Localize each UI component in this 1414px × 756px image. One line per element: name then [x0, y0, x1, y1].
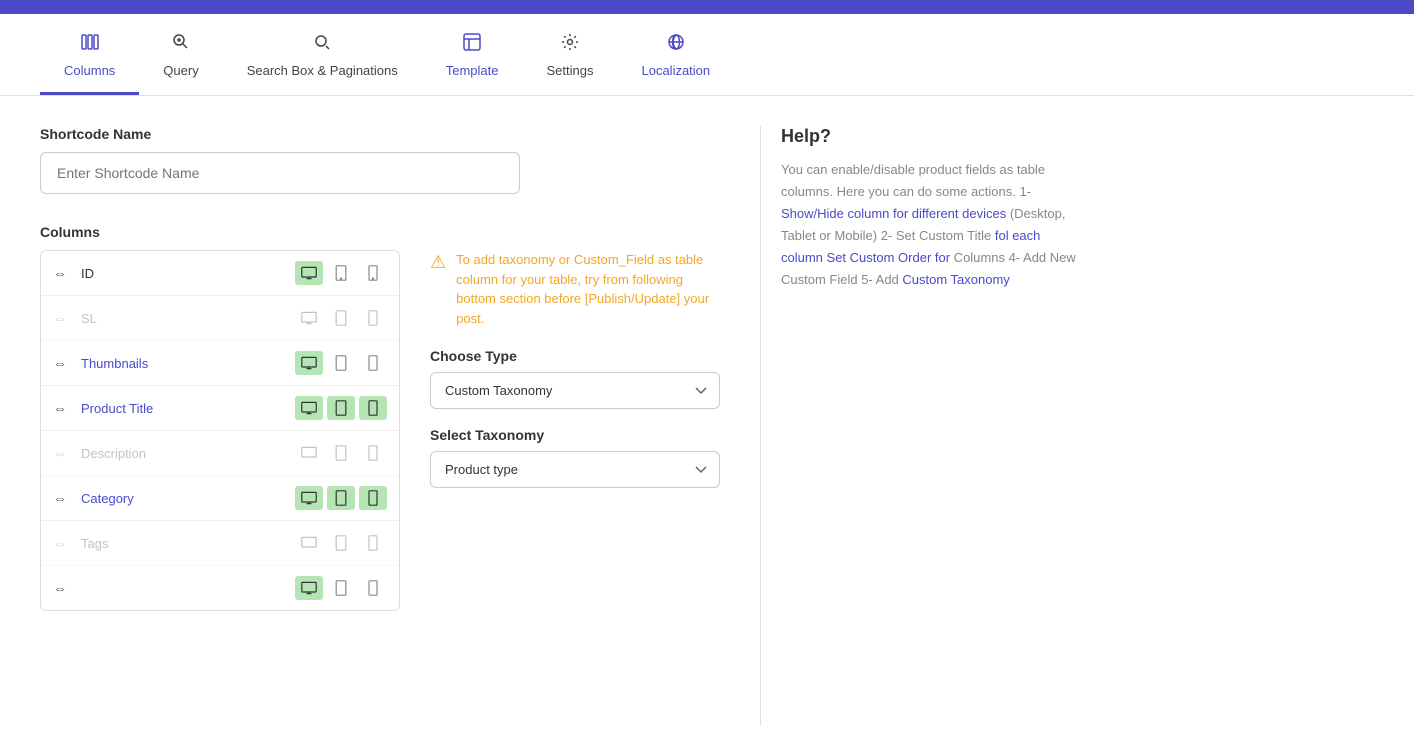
drag-handle-product-title[interactable]: ⇔ [53, 400, 73, 416]
shortcode-label: Shortcode Name [40, 126, 720, 142]
choose-type-dropdown[interactable]: Custom Taxonomy Custom Field [430, 372, 720, 409]
tablet-btn-category[interactable] [327, 486, 355, 510]
tab-navigation: Columns Query Search Box & Paginations [0, 14, 1414, 96]
tablet-btn-description [327, 441, 355, 465]
tablet-btn-last[interactable] [327, 576, 355, 600]
table-row: ⇔ Category [41, 476, 399, 521]
mobile-btn-last[interactable] [359, 576, 387, 600]
select-taxonomy-dropdown[interactable]: Product type Category Tags [430, 451, 720, 488]
tab-template[interactable]: Template [422, 14, 523, 95]
desktop-btn-category[interactable] [295, 486, 323, 510]
column-name-product-title: Product Title [81, 401, 287, 416]
drag-handle-category[interactable]: ⇔ [53, 490, 73, 506]
left-panel: Shortcode Name Columns ⇔ ID [40, 126, 720, 726]
mobile-btn-product-title[interactable] [359, 396, 387, 420]
mobile-btn-description [359, 441, 387, 465]
tab-settings[interactable]: Settings [523, 14, 618, 95]
columns-section-label: Columns [40, 224, 720, 240]
table-row: ⇔ Thumbnails [41, 341, 399, 386]
desktop-btn-tags [295, 531, 323, 555]
tablet-btn-id[interactable] [327, 261, 355, 285]
column-name-id: ID [81, 266, 287, 281]
content-area: Shortcode Name Columns ⇔ ID [0, 96, 1414, 756]
desktop-btn-thumbnails[interactable] [295, 351, 323, 375]
warning-icon: ⚠ [430, 252, 446, 273]
table-row: ⇔ Description [41, 431, 399, 476]
drag-handle-tags: ⇔ [53, 535, 73, 551]
tab-columns-label: Columns [64, 63, 115, 78]
desktop-btn-description [295, 441, 323, 465]
warning-text: To add taxonomy or Custom_Field as table… [456, 250, 720, 328]
right-panel: Help? You can enable/disable product fie… [760, 126, 1080, 726]
column-name-description: Description [81, 446, 287, 461]
table-row: ⇔ [41, 566, 399, 610]
device-icons-tags [295, 531, 387, 555]
mobile-btn-thumbnails[interactable] [359, 351, 387, 375]
tablet-btn-thumbnails[interactable] [327, 351, 355, 375]
main-container: Columns Query Search Box & Paginations [0, 14, 1414, 756]
top-bar [0, 0, 1414, 14]
mobile-btn-sl [359, 306, 387, 330]
select-taxonomy-label: Select Taxonomy [430, 427, 720, 443]
table-row: ⇔ SL [41, 296, 399, 341]
columns-and-taxonomy: ⇔ ID [40, 250, 720, 611]
device-icons-description [295, 441, 387, 465]
search-icon [312, 32, 332, 57]
warning-box: ⚠ To add taxonomy or Custom_Field as tab… [430, 250, 720, 328]
tablet-btn-sl [327, 306, 355, 330]
columns-table: ⇔ ID [40, 250, 400, 611]
tab-query-label: Query [163, 63, 198, 78]
device-icons-sl [295, 306, 387, 330]
tablet-btn-product-title[interactable] [327, 396, 355, 420]
help-highlight-2: fol each column Set Custom Order for [781, 228, 1040, 265]
taxonomy-section: ⚠ To add taxonomy or Custom_Field as tab… [430, 250, 720, 506]
device-icons-id [295, 261, 387, 285]
template-icon [462, 32, 482, 57]
device-icons-last [295, 576, 387, 600]
localization-icon [666, 32, 686, 57]
desktop-btn-last[interactable] [295, 576, 323, 600]
settings-icon [560, 32, 580, 57]
tab-search[interactable]: Search Box & Paginations [223, 14, 422, 95]
tab-localization-label: Localization [641, 63, 710, 78]
device-icons-category [295, 486, 387, 510]
help-highlight-3: Custom Taxonomy [902, 272, 1009, 287]
mobile-btn-tags [359, 531, 387, 555]
drag-handle-thumbnails[interactable]: ⇔ [53, 355, 73, 371]
column-name-tags: Tags [81, 536, 287, 551]
tab-localization[interactable]: Localization [617, 14, 734, 95]
desktop-btn-sl [295, 306, 323, 330]
help-title: Help? [781, 126, 1080, 147]
desktop-btn-product-title[interactable] [295, 396, 323, 420]
tab-columns[interactable]: Columns [40, 14, 139, 95]
device-icons-product-title [295, 396, 387, 420]
tablet-btn-tags [327, 531, 355, 555]
table-row: ⇔ ID [41, 251, 399, 296]
desktop-btn-id[interactable] [295, 261, 323, 285]
drag-handle-description: ⇔ [53, 445, 73, 461]
mobile-btn-category[interactable] [359, 486, 387, 510]
shortcode-name-input[interactable] [40, 152, 520, 194]
tab-search-label: Search Box & Paginations [247, 63, 398, 78]
help-highlight-1: Show/Hide column for different devices [781, 206, 1006, 221]
tab-query[interactable]: Query [139, 14, 222, 95]
column-name-category: Category [81, 491, 287, 506]
help-text: You can enable/disable product fields as… [781, 159, 1080, 292]
drag-handle-last[interactable]: ⇔ [53, 580, 73, 596]
table-row: ⇔ Tags [41, 521, 399, 566]
tab-settings-label: Settings [547, 63, 594, 78]
query-icon [171, 32, 191, 57]
drag-handle-sl: ⇔ [53, 310, 73, 326]
tab-template-label: Template [446, 63, 499, 78]
device-icons-thumbnails [295, 351, 387, 375]
columns-icon [80, 32, 100, 57]
drag-handle-id[interactable]: ⇔ [53, 265, 73, 281]
column-name-sl: SL [81, 311, 287, 326]
column-name-thumbnails: Thumbnails [81, 356, 287, 371]
table-row: ⇔ Product Title [41, 386, 399, 431]
mobile-btn-id[interactable] [359, 261, 387, 285]
choose-type-label: Choose Type [430, 348, 720, 364]
